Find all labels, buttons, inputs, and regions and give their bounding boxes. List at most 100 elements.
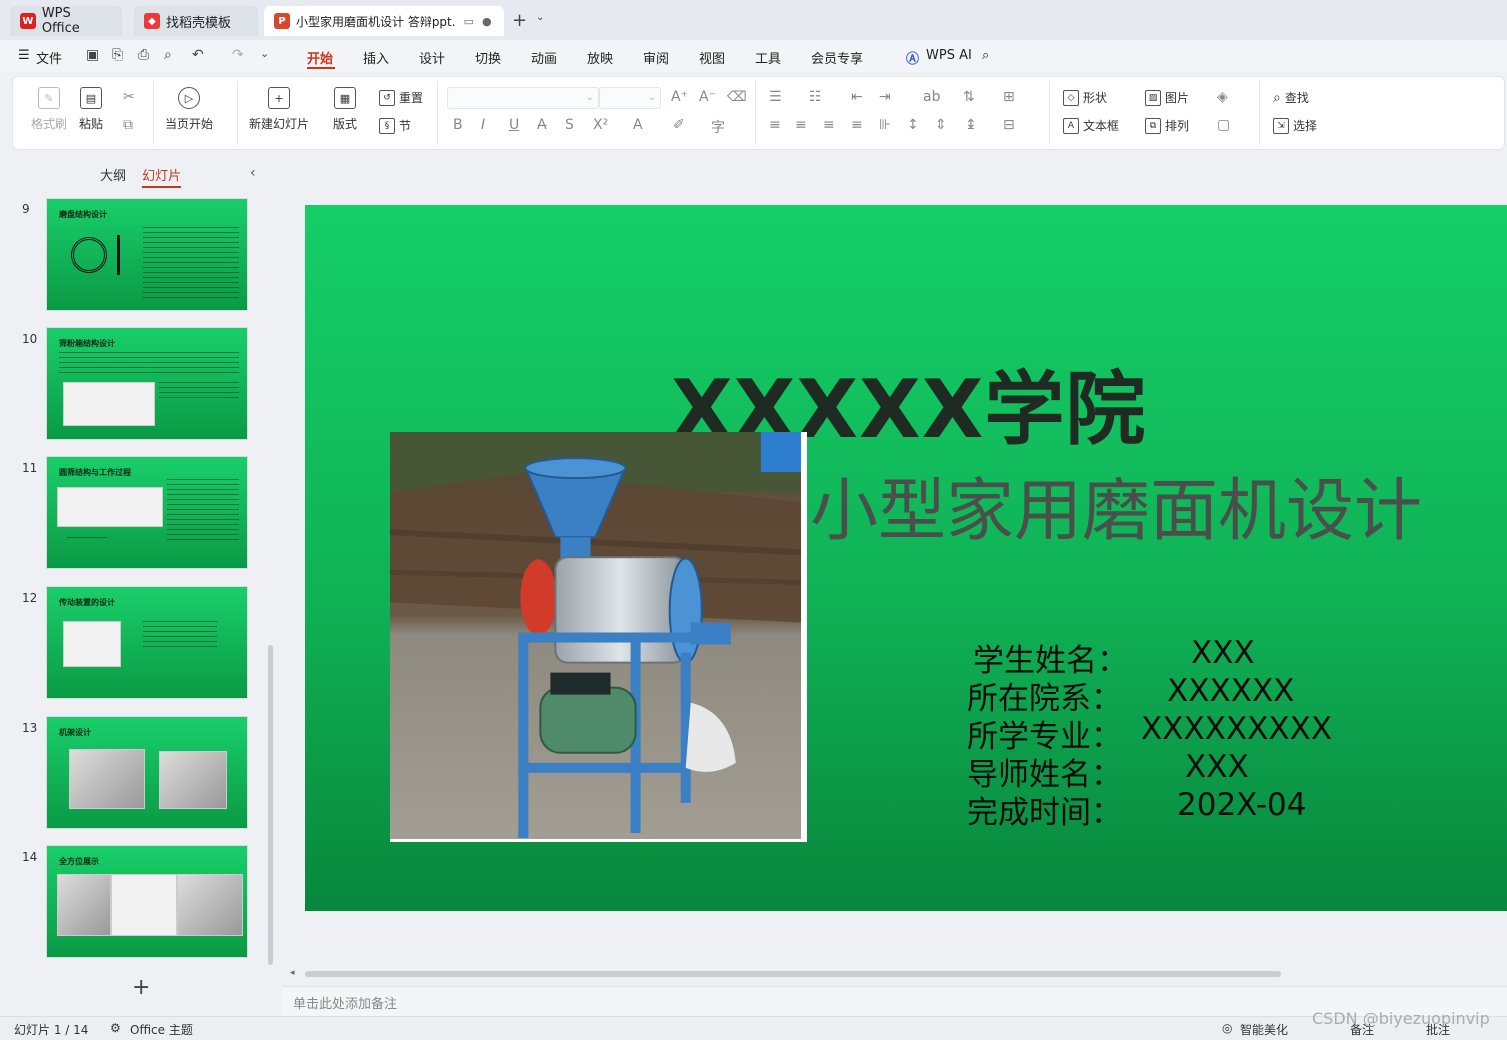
slide-thumbnail[interactable]: 机架设计 — [46, 716, 248, 829]
more-chevron-icon[interactable]: ⌄ — [260, 47, 269, 60]
sort-icon[interactable]: ⇅ — [963, 89, 975, 105]
align-right-icon[interactable]: ≡ — [823, 117, 835, 133]
decrease-font-icon[interactable]: A⁻ — [699, 89, 716, 105]
justify-icon[interactable]: ≡ — [851, 117, 863, 133]
tab-outline[interactable]: 大纲 — [100, 169, 126, 184]
bold-icon[interactable]: B — [453, 117, 463, 133]
menu-wps-ai[interactable]: WPS AI — [926, 48, 972, 63]
thumbnail-scrollbar[interactable] — [268, 645, 273, 965]
outdent-icon[interactable]: ⇤ — [851, 89, 863, 105]
arrange-button[interactable]: ⧉ 排列 — [1145, 117, 1189, 134]
font-size-select[interactable]: ⌄ — [599, 87, 661, 109]
tab-slides[interactable]: 幻灯片 — [142, 169, 182, 188]
section-button[interactable]: § 节 — [379, 117, 411, 134]
menu-transition[interactable]: 切换 — [475, 48, 501, 67]
line-spacing-icon[interactable]: ↕ — [907, 117, 919, 133]
tab-document[interactable]: P 小型家用磨面机设计 答辩ppt. ▭ ● — [264, 6, 504, 36]
slide-thumbnail[interactable]: 全方位展示 — [46, 845, 248, 958]
shadow-icon[interactable]: S — [565, 117, 574, 133]
textbox-button[interactable]: A 文本框 — [1063, 117, 1119, 134]
picture-button[interactable]: ▨ 图片 — [1145, 89, 1189, 106]
align-center-icon[interactable]: ≡ — [795, 117, 807, 133]
menu-tools[interactable]: 工具 — [755, 48, 781, 67]
find-button[interactable]: ⌕ 查找 — [1273, 89, 1309, 106]
print-preview-icon[interactable]: ⌕ — [164, 47, 172, 63]
menu-hamburger-icon[interactable]: ☰ — [18, 48, 30, 63]
menu-file[interactable]: 文件 — [36, 48, 62, 67]
start-from-current-button[interactable]: ▷ 当页开始 — [165, 87, 213, 132]
slide-thumbnail[interactable]: 传动装置的设计 — [46, 586, 248, 699]
text-box-align-icon[interactable]: ⊟ — [1003, 117, 1015, 133]
underline-icon[interactable]: U — [509, 117, 519, 133]
align-left-icon[interactable]: ≡ — [769, 117, 781, 133]
ribbon-divider — [1259, 81, 1260, 145]
tab-list-chevron-icon[interactable]: ⌄ — [536, 12, 544, 23]
increase-font-icon[interactable]: A⁺ — [671, 89, 688, 105]
machine-photo[interactable] — [389, 432, 807, 842]
new-tab-button[interactable]: + — [512, 10, 527, 31]
menu-view[interactable]: 视图 — [699, 48, 725, 67]
outline-icon[interactable]: ▢ — [1217, 117, 1230, 133]
convert-smartart-icon[interactable]: ⊞ — [1003, 89, 1015, 105]
copy-icon[interactable]: ⧉ — [123, 117, 133, 133]
reset-label: 重置 — [399, 91, 424, 105]
text-direction-icon[interactable]: ab — [923, 89, 940, 105]
char-spacing-icon[interactable]: 字 — [711, 117, 725, 137]
layout-button[interactable]: ▦ 版式 — [333, 87, 357, 132]
indent-icon[interactable]: ⇥ — [879, 89, 891, 105]
menu-design[interactable]: 设计 — [419, 48, 445, 67]
export-icon[interactable]: ⎘ — [112, 47, 123, 63]
paragraph-spacing-icon[interactable]: ⇕ — [935, 117, 947, 133]
theme-name[interactable]: Office 主题 — [130, 1021, 193, 1038]
clear-format-icon[interactable]: ⌫ — [727, 89, 747, 105]
close-tab-icon[interactable]: ● — [482, 15, 492, 28]
menu-animation[interactable]: 动画 — [531, 48, 557, 67]
slide-thumbnail[interactable]: 筛粉箱结构设计 — [46, 327, 248, 440]
info-value: XXXXXX — [1167, 673, 1295, 709]
vertical-align-icon[interactable]: ↨ — [965, 117, 977, 133]
tab-wps-home[interactable]: W WPS Office — [10, 6, 122, 36]
slide-thumbnail[interactable]: 圆筛结构与工作过程 — [46, 456, 248, 569]
menu-member[interactable]: 会员专享 — [811, 48, 863, 67]
font-color-icon[interactable]: A — [633, 117, 643, 133]
find-label: 查找 — [1284, 91, 1309, 105]
select-button[interactable]: ⇲ 选择 — [1273, 117, 1317, 134]
tab-templates[interactable]: ◆ 找稻壳模板 — [134, 6, 258, 36]
menu-insert[interactable]: 插入 — [363, 48, 389, 67]
paste-button[interactable]: ▤ 粘贴 — [79, 87, 103, 132]
menu-review[interactable]: 审阅 — [643, 48, 669, 67]
horizontal-scrollbar[interactable] — [305, 971, 1281, 977]
slide-main-title[interactable]: 小型家用磨面机设计 — [810, 455, 1422, 554]
add-slide-button[interactable]: + — [132, 975, 150, 1000]
clipboard-icon: ▤ — [80, 87, 102, 109]
cut-icon[interactable]: ✂ — [123, 89, 135, 105]
shape-button[interactable]: ◇ 形状 — [1063, 89, 1107, 106]
reset-button[interactable]: ↺ 重置 — [379, 89, 423, 106]
undo-icon[interactable]: ↶ — [192, 47, 204, 63]
format-painter-button[interactable]: ✎ 格式刷 — [31, 87, 67, 132]
slide-canvas[interactable]: XXXXX学院 小型家用磨面机设计 学生姓名： XXX 所在院系： XXXXXX… — [305, 205, 1507, 911]
slide-thumbnail[interactable]: 磨盘结构设计 — [46, 198, 248, 311]
save-icon[interactable]: ▣ — [86, 47, 99, 63]
menu-bar: ☰ 文件 ▣ ⎘ ⎙ ⌕ ↶ ↷ ⌄ 开始 插入 设计 切换 动画 放映 审阅 … — [0, 40, 1507, 72]
font-family-select[interactable]: ⌄ — [447, 87, 599, 109]
print-icon[interactable]: ⎙ — [138, 47, 149, 63]
redo-icon[interactable]: ↷ — [232, 47, 244, 63]
smart-beautify-button[interactable]: 智能美化 — [1240, 1021, 1288, 1038]
superscript-icon[interactable]: X² — [593, 117, 608, 133]
highlight-icon[interactable]: ✐ — [673, 117, 685, 133]
search-icon[interactable]: ⌕ — [982, 48, 989, 63]
new-slide-button[interactable]: + 新建幻灯片 — [249, 87, 309, 132]
menu-slideshow[interactable]: 放映 — [587, 48, 613, 67]
distribute-icon[interactable]: ⊪ — [879, 117, 891, 133]
thumbnail-body-text — [59, 352, 239, 374]
collapse-panel-icon[interactable]: ‹ — [250, 165, 256, 181]
ribbon-divider — [755, 81, 756, 145]
italic-icon[interactable]: I — [481, 117, 485, 133]
menu-home[interactable]: 开始 — [307, 48, 333, 67]
bullets-icon[interactable]: ☰ — [769, 89, 782, 105]
strikethrough-icon[interactable]: A̶ — [537, 117, 547, 133]
fill-icon[interactable]: ◈ — [1217, 89, 1228, 105]
scroll-left-arrow-icon[interactable]: ◂ — [290, 968, 295, 978]
numbering-icon[interactable]: ☷ — [809, 89, 822, 105]
